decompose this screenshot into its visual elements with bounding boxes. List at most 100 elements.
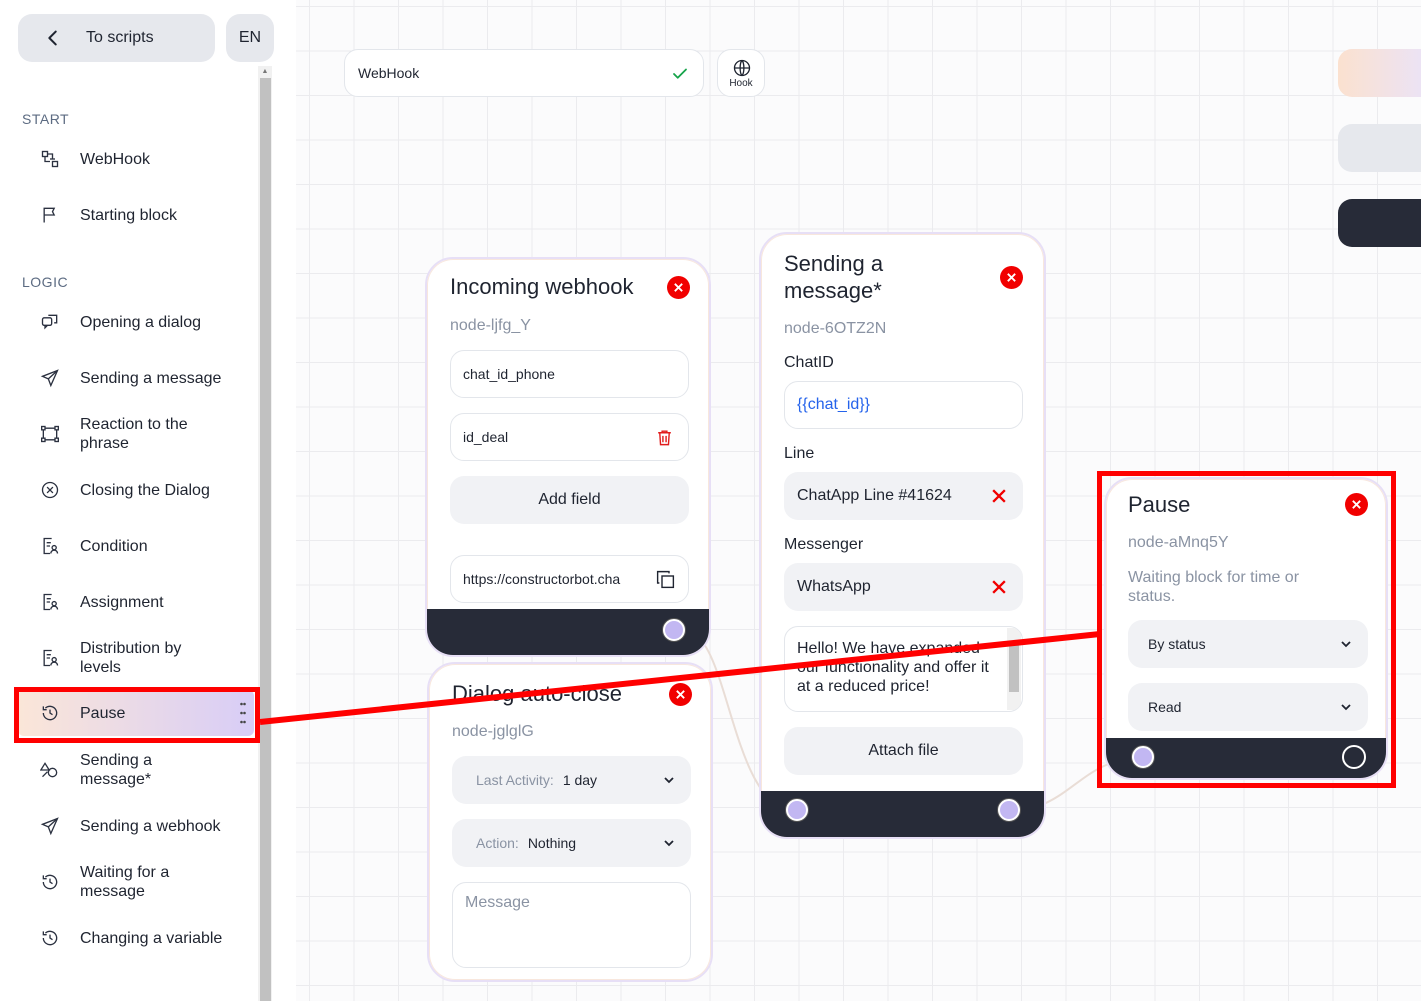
hook-button[interactable]: Hook — [717, 49, 765, 97]
close-icon[interactable] — [667, 276, 690, 299]
close-circle-icon — [41, 481, 59, 499]
highlight-box-pause-node — [1097, 471, 1396, 788]
select-label: Last Activity: — [476, 772, 554, 788]
message-text: Hello! We have expanded our functionalit… — [797, 640, 989, 695]
message-placeholder: Message — [465, 894, 530, 911]
line-select[interactable]: ChatApp Line #41624 — [784, 472, 1023, 520]
sidebar-item-starting-block[interactable]: Starting block — [22, 204, 254, 226]
sidebar-item-label: Changing a variable — [80, 929, 223, 947]
last-activity-select[interactable]: Last Activity: 1 day — [452, 756, 691, 804]
node-incoming-webhook[interactable]: Incoming webhook node-ljfg_Y chat_id_pho… — [425, 257, 711, 657]
messenger-value: WhatsApp — [797, 578, 871, 595]
clear-icon[interactable] — [992, 489, 1006, 503]
sidebar-item-label: Distribution by levels — [80, 640, 182, 676]
output-port[interactable] — [998, 799, 1020, 821]
document-user-icon — [43, 537, 59, 555]
check-icon — [673, 68, 687, 79]
attach-file-button[interactable]: Attach file — [784, 727, 1023, 775]
language-button[interactable]: EN — [226, 14, 274, 62]
node-sending-message[interactable]: Sending a message* node-6OTZ2N ChatID {{… — [759, 232, 1046, 839]
sidebar-item-sending-message[interactable]: Sending a message — [22, 367, 254, 389]
sidebar-item-label: Assignment — [80, 593, 164, 611]
scroll-up-arrow-icon[interactable]: ▲ — [259, 66, 271, 76]
sidebar-item-webhook[interactable]: WebHook — [22, 148, 254, 170]
webhook-icon — [41, 150, 59, 168]
section-title-start: START — [22, 111, 70, 127]
webhook-url-field[interactable]: https://constructorbot.cha — [450, 555, 689, 603]
sidebar-item-changing-variable[interactable]: Changing a variable — [22, 927, 254, 949]
sidebar-item-label: Sending a message — [80, 369, 222, 387]
field-value: chat_id_phone — [463, 366, 555, 382]
message-textarea[interactable]: Message — [452, 882, 691, 968]
node-title: Sending a message* — [784, 251, 884, 303]
sidebar-item-label: Sending a message* — [80, 752, 153, 788]
webhook-name-field[interactable]: WebHook — [344, 49, 704, 97]
sidebar-item-assignment[interactable]: Assignment — [22, 591, 254, 613]
textarea-scrollbar[interactable] — [1007, 628, 1021, 710]
node-id: node-jglglG — [452, 723, 534, 740]
node-footer — [427, 609, 709, 655]
node-id: node-6OTZ2N — [784, 320, 887, 337]
line-value: ChatApp Line #41624 — [797, 487, 952, 504]
webhook-name-value: WebHook — [358, 65, 420, 81]
sidebar-item-sending-webhook[interactable]: Sending a webhook — [22, 815, 254, 837]
sidebar-item-label: Reaction to the phrase — [80, 416, 188, 452]
chevron-left-icon — [48, 30, 57, 46]
sidebar-item-sending-message-star[interactable]: Sending a message* — [22, 750, 254, 790]
vector-nodes-icon — [41, 425, 60, 443]
add-field-button[interactable]: Add field — [450, 476, 689, 524]
chat-bubbles-icon — [41, 314, 58, 330]
sidebar-item-distribution-levels[interactable]: Distribution by levels — [22, 638, 254, 678]
sidebar-item-opening-dialog[interactable]: Opening a dialog — [22, 311, 254, 333]
sidebar: To scripts EN ▲ START WebHook Starting b… — [0, 0, 296, 1001]
select-value: 1 day — [562, 772, 598, 788]
clear-icon[interactable] — [992, 580, 1006, 594]
action-select[interactable]: Action: Nothing — [452, 819, 691, 867]
trash-icon[interactable] — [655, 428, 674, 447]
field-chat-id-phone[interactable]: chat_id_phone — [450, 350, 689, 398]
chatid-input[interactable]: {{chat_id}} — [784, 381, 1023, 429]
sidebar-item-condition[interactable]: Condition — [22, 535, 254, 557]
highlight-box-sidebar-pause — [14, 687, 260, 743]
gradient-action-button[interactable] — [1338, 49, 1421, 97]
sidebar-item-closing-dialog[interactable]: Closing the Dialog — [22, 479, 254, 501]
back-button-label: To scripts — [86, 29, 154, 46]
node-title: Incoming webhook — [450, 274, 634, 299]
close-icon[interactable] — [669, 683, 692, 706]
chatid-label: ChatID — [784, 354, 834, 371]
close-icon[interactable] — [1000, 266, 1023, 289]
node-dialog-auto-close[interactable]: Dialog auto-close node-jglglG Last Activ… — [427, 662, 713, 982]
chatid-value: {{chat_id}} — [797, 396, 870, 413]
sidebar-item-reaction-phrase[interactable]: Reaction to the phrase — [22, 414, 254, 454]
secondary-action-button[interactable] — [1338, 124, 1421, 172]
globe-icon — [733, 59, 751, 77]
send-icon — [40, 817, 59, 836]
history-clock-icon — [42, 930, 58, 946]
sidebar-item-label: Closing the Dialog — [80, 481, 210, 499]
copy-icon[interactable] — [655, 569, 676, 590]
node-id: node-ljfg_Y — [450, 317, 531, 334]
select-label: Action: — [476, 835, 519, 851]
field-id-deal[interactable]: id_deal — [450, 413, 689, 461]
messenger-select[interactable]: WhatsApp — [784, 563, 1023, 611]
back-to-scripts-button[interactable]: To scripts — [18, 14, 215, 62]
primary-action-button[interactable] — [1338, 199, 1421, 247]
field-value: id_deal — [463, 429, 509, 445]
chevron-down-icon — [664, 777, 674, 784]
send-icon — [40, 369, 59, 388]
output-port[interactable] — [663, 619, 685, 641]
sidebar-scroll-thumb[interactable] — [260, 78, 271, 1001]
message-text-area[interactable]: Hello! We have expanded our functionalit… — [784, 626, 1023, 712]
sidebar-item-label: Sending a webhook — [80, 817, 221, 835]
input-port[interactable] — [786, 799, 808, 821]
chevron-down-icon — [664, 840, 674, 847]
sidebar-item-label: Waiting for a message — [80, 864, 170, 900]
hook-label: Hook — [729, 78, 753, 89]
document-user-icon — [43, 649, 59, 667]
line-label: Line — [784, 445, 815, 462]
node-footer — [761, 791, 1044, 837]
sidebar-item-label: Starting block — [80, 206, 177, 224]
webhook-url-value: https://constructorbot.cha — [463, 571, 621, 587]
section-title-logic: LOGIC — [22, 274, 69, 290]
sidebar-item-waiting-message[interactable]: Waiting for a message — [22, 862, 254, 902]
